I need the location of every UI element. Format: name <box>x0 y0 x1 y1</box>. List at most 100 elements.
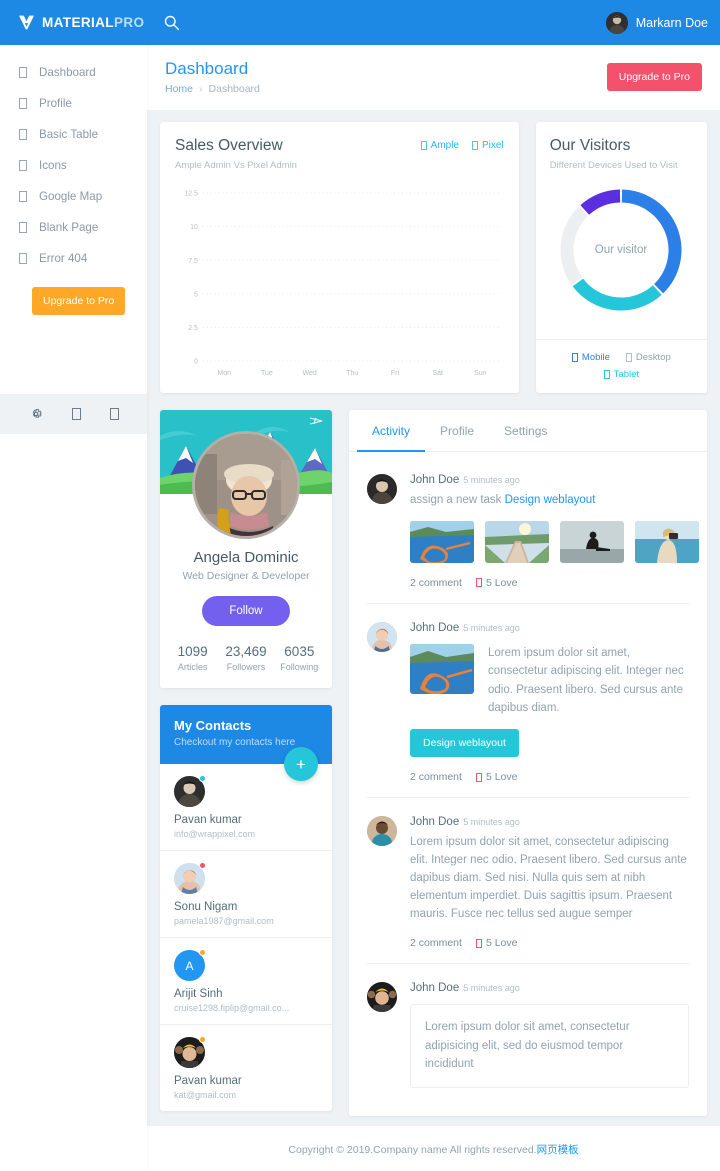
profile-avatar <box>192 431 300 539</box>
legend-marker-icon <box>603 370 610 379</box>
legend-item-pixel[interactable]: Pixel <box>472 140 504 151</box>
sidebar: Dashboard Profile Basic Table Icons Goog… <box>0 45 147 1171</box>
content-area: Dashboard Home › Dashboard Upgrade to Pr… <box>147 45 720 1171</box>
stat-label: Following <box>280 662 319 672</box>
legend-item-mobile[interactable]: Mobile <box>571 352 610 363</box>
list-item[interactable]: A Arijit Sinh cruise1298.fiplip@gmail.co… <box>160 938 332 1025</box>
comment-count[interactable]: 2 comment <box>410 937 462 949</box>
sales-subtitle: Ample Admin Vs Pixel Admin <box>175 160 297 171</box>
svg-text:Mon: Mon <box>217 370 231 377</box>
table-icon <box>19 129 27 140</box>
love-label: 5 Love <box>485 937 518 950</box>
user-menu[interactable]: Markarn Doe <box>605 11 708 34</box>
sidebar-item-profile[interactable]: Profile <box>0 88 147 119</box>
user-name: Markarn Doe <box>635 15 708 30</box>
gallery-image[interactable] <box>485 520 549 563</box>
contact-email: pamela1987@gmail.com <box>174 916 274 926</box>
tab-profile[interactable]: Profile <box>425 410 489 452</box>
add-contact-button[interactable]: + <box>284 747 318 781</box>
contact-email: cruise1298.fiplip@gmail.co... <box>174 1003 290 1013</box>
legend-label: Desktop <box>635 352 671 363</box>
post-meta: 2 comment 5 Love <box>410 577 689 589</box>
sidebar-item-label: Google Map <box>39 190 103 203</box>
post-text: Lorem ipsum dolor sit amet, consectetur … <box>488 646 684 714</box>
feed-post: John Doe 5 minutes ago Lorem ipsum dolor… <box>367 604 689 799</box>
sales-legend: Ample Pixel <box>420 137 504 151</box>
search-icon[interactable] <box>163 14 180 31</box>
tab-activity[interactable]: Activity <box>357 410 426 452</box>
comment-count[interactable]: 2 comment <box>410 771 462 783</box>
post-author: John Doe <box>410 982 460 995</box>
gallery-image[interactable] <box>560 520 624 563</box>
post-link[interactable]: Design weblayout <box>505 494 596 506</box>
svg-text:Our visitor: Our visitor <box>595 244 648 256</box>
gear-icon[interactable] <box>29 407 43 421</box>
sidebar-item-error-404[interactable]: Error 404 <box>0 243 147 274</box>
list-item[interactable]: Pavan kumar kat@gmail.com <box>160 1025 332 1111</box>
post-author: John Doe <box>410 816 460 829</box>
list-item[interactable]: Sonu Nigam pamela1987@gmail.com <box>160 851 332 938</box>
legend-label: Ample <box>430 140 459 151</box>
post-quote: Lorem ipsum dolor sit amet, consectetur … <box>410 1004 689 1088</box>
avatar <box>367 474 397 504</box>
sidebar-item-blank-page[interactable]: Blank Page <box>0 212 147 243</box>
svg-text:2.5: 2.5 <box>188 325 198 332</box>
activity-card: Activity Profile Settings John Doe 5 min… <box>349 410 707 1116</box>
sales-chart-svg: 0 2.5 5 7.5 10 12.5 Mon Tue Wed Thu Fri Sat Sun <box>184 191 502 377</box>
power-icon[interactable] <box>109 408 119 420</box>
legend-marker-icon <box>625 353 632 362</box>
breadcrumb-current: Dashboard <box>208 83 260 95</box>
sidebar-item-icons[interactable]: Icons <box>0 150 147 181</box>
svg-text:Sun: Sun <box>474 370 486 377</box>
legend-item-ample[interactable]: Ample <box>420 140 459 151</box>
tab-settings[interactable]: Settings <box>489 410 562 452</box>
gallery-image[interactable] <box>410 520 474 563</box>
profile-stats: 1099 Articles 23,469 Followers 6035 Foll… <box>160 644 332 688</box>
contact-name: Sonu Nigam <box>174 901 238 913</box>
legend-item-desktop[interactable]: Desktop <box>625 352 671 363</box>
sales-title: Sales Overview <box>175 137 283 154</box>
sidebar-item-dashboard[interactable]: Dashboard <box>0 57 147 88</box>
visitors-subtitle: Different Devices Used to Visit <box>549 160 678 171</box>
brand-logo-area[interactable]: MATERIALPRO <box>0 0 147 45</box>
stat-following: 6035 Following <box>273 644 326 672</box>
post-author: John Doe <box>410 474 460 486</box>
profile-card: Angela Dominic Web Designer & Developer … <box>160 410 332 688</box>
love-count[interactable]: 5 Love <box>475 576 518 589</box>
heart-icon <box>475 578 482 588</box>
sidebar-item-basic-table[interactable]: Basic Table <box>0 119 147 150</box>
svg-text:7.5: 7.5 <box>188 258 198 265</box>
profile-icon <box>19 98 27 109</box>
contact-name: Pavan kumar <box>174 814 242 826</box>
breadcrumb-home[interactable]: Home <box>165 83 193 95</box>
breadcrumb: Home › Dashboard <box>165 83 260 95</box>
activity-tabs: Activity Profile Settings <box>349 410 707 452</box>
svg-text:12.5: 12.5 <box>184 191 198 198</box>
upgrade-to-pro-button[interactable]: Upgrade to Pro <box>606 63 702 91</box>
comment-count[interactable]: 2 comment <box>410 577 462 589</box>
feed-post: John Doe 5 minutes ago Lorem ipsum dolor … <box>367 798 689 965</box>
love-count[interactable]: 5 Love <box>475 937 518 950</box>
post-image[interactable] <box>410 643 474 694</box>
design-weblayout-button[interactable]: Design weblayout <box>410 729 519 758</box>
contacts-list: Pavan kumar info@wrappixel.com Sonu Niga… <box>160 764 332 1111</box>
post-time: 5 minutes ago <box>463 475 520 485</box>
sidebar-upgrade-button[interactable]: Upgrade to Pro <box>32 287 126 315</box>
contacts-subtitle: Checkout my contacts here <box>174 737 296 748</box>
love-label: 5 Love <box>485 576 518 589</box>
sidebar-item-google-map[interactable]: Google Map <box>0 181 147 212</box>
post-time: 5 minutes ago <box>463 817 520 828</box>
chat-icon[interactable] <box>71 408 81 420</box>
post-meta: 2 comment 5 Love <box>410 771 689 783</box>
footer-link[interactable]: 网页模板 <box>537 1144 579 1156</box>
legend-item-tablet[interactable]: Tablet <box>542 369 701 380</box>
page-footer: Copyright © 2019.Company name All rights… <box>147 1126 720 1171</box>
sidebar-menu: Dashboard Profile Basic Table Icons Goog… <box>0 45 147 315</box>
page-title: Dashboard <box>165 59 249 78</box>
my-contacts-card: My Contacts Checkout my contacts here + <box>160 705 332 1111</box>
post-inline-content: Lorem ipsum dolor sit amet, consectetur … <box>410 643 689 718</box>
gallery-image[interactable] <box>635 520 699 563</box>
avatar <box>367 982 397 1013</box>
follow-button[interactable]: Follow <box>202 596 290 626</box>
love-count[interactable]: 5 Love <box>475 771 517 783</box>
